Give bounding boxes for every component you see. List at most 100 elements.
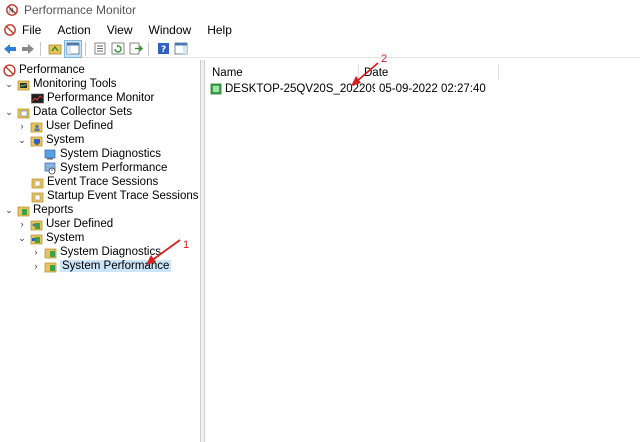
show-hide-console-tree-button[interactable] xyxy=(64,39,82,58)
title-bar: N Performance Monitor xyxy=(0,0,640,20)
up-one-level-button[interactable] xyxy=(47,41,63,57)
arrow-left-icon xyxy=(4,43,16,54)
svg-text:N: N xyxy=(9,8,14,15)
tree-label: System Diagnostics xyxy=(60,246,161,258)
chevron-right-icon[interactable]: › xyxy=(17,121,27,131)
refresh-icon xyxy=(111,42,125,55)
chevron-down-icon[interactable]: ⌄ xyxy=(17,233,27,243)
chevron-right-icon[interactable]: › xyxy=(17,219,27,229)
export-list-icon xyxy=(129,42,143,55)
tree-node-dcs-user-defined[interactable]: › User Defined xyxy=(17,119,114,133)
tree-node-reports[interactable]: ⌄ Reports xyxy=(4,203,73,217)
svg-text:?: ? xyxy=(161,45,166,55)
tree-label: Performance xyxy=(19,64,85,76)
menu-window[interactable]: Window xyxy=(141,23,200,37)
tree-node-reports-system-diagnostics[interactable]: › System Diagnostics xyxy=(31,245,161,259)
report-name: DESKTOP-25QV20S_20220905-0... xyxy=(225,83,375,95)
forward-button[interactable] xyxy=(20,41,36,57)
startup-event-trace-folder-icon xyxy=(31,192,44,202)
tree-label: Event Trace Sessions xyxy=(47,176,159,188)
menu-bar: File Action View Window Help xyxy=(0,20,640,40)
refresh-button[interactable] xyxy=(110,41,126,57)
folder-chart-icon xyxy=(17,80,30,90)
export-list-button[interactable] xyxy=(128,41,144,57)
chevron-right-icon[interactable]: › xyxy=(31,247,41,257)
chevron-down-icon[interactable]: ⌄ xyxy=(4,79,14,89)
tree-label: Data Collector Sets xyxy=(33,106,133,118)
user-report-folder-icon xyxy=(30,220,43,230)
tree-label: System Diagnostics xyxy=(60,148,161,160)
tree-node-performance-monitor[interactable]: Performance Monitor xyxy=(31,91,154,105)
system-diagnostics-icon xyxy=(44,149,56,159)
tree-label: System xyxy=(46,134,85,146)
tree-label: Startup Event Trace Sessions xyxy=(47,190,199,202)
toolbar-separator xyxy=(40,41,41,56)
chevron-down-icon[interactable]: ⌄ xyxy=(4,107,14,117)
properties-button[interactable] xyxy=(92,41,108,57)
tree-node-dcs-system-diagnostics[interactable]: System Diagnostics xyxy=(44,147,161,161)
tree-node-data-collector-sets[interactable]: ⌄ Data Collector Sets xyxy=(4,105,132,119)
help-icon: ? xyxy=(157,43,169,55)
system-performance-icon xyxy=(44,162,56,174)
tree-label: Reports xyxy=(33,204,74,216)
action-pane-icon xyxy=(174,42,188,55)
tree-label: System Performance xyxy=(60,162,168,174)
column-header-date[interactable]: Date xyxy=(364,64,388,82)
menu-file[interactable]: File xyxy=(16,23,49,37)
tree-label: User Defined xyxy=(46,218,114,230)
show-hide-action-pane-button[interactable] xyxy=(173,41,189,57)
console-tree: Performance ⌄ Monitoring Tools Performan… xyxy=(0,60,201,442)
help-button[interactable]: ? xyxy=(155,41,171,57)
tree-node-reports-system-performance[interactable]: › System Performance xyxy=(31,259,172,273)
column-divider[interactable] xyxy=(498,64,499,80)
event-trace-folder-icon xyxy=(31,178,44,188)
system-folder-icon xyxy=(30,136,43,146)
arrow-right-icon xyxy=(22,43,34,54)
tree-label: System Performance xyxy=(60,260,172,272)
report-file-icon xyxy=(210,83,222,95)
report-folder-icon xyxy=(44,262,57,272)
system-report-folder-icon xyxy=(30,234,43,244)
pane-splitter[interactable] xyxy=(201,60,205,442)
tree-node-reports-user-defined[interactable]: › User Defined xyxy=(17,217,114,231)
chevron-right-icon[interactable]: › xyxy=(31,261,41,271)
back-button[interactable] xyxy=(2,41,18,57)
column-header-name[interactable]: Name xyxy=(212,64,243,82)
tree-label: System xyxy=(46,232,85,244)
column-divider[interactable] xyxy=(358,64,359,80)
data-collector-sets-icon xyxy=(17,108,30,118)
annotation-number-1: 1 xyxy=(183,239,190,251)
performance-monitor-app-icon: N xyxy=(6,4,18,16)
window-title: Performance Monitor xyxy=(24,3,137,17)
toolbar-separator xyxy=(85,41,86,56)
list-item[interactable]: DESKTOP-25QV20S_20220905-0... 05-09-2022… xyxy=(210,82,486,96)
reports-folder-icon xyxy=(17,206,30,216)
tree-node-reports-system[interactable]: ⌄ System xyxy=(17,231,84,245)
results-pane: Name Date DESKTOP-25QV20S_20220905-0... … xyxy=(206,60,640,442)
console-tree-icon xyxy=(66,42,80,55)
performance-monitor-node-icon xyxy=(3,63,16,77)
system-menu-icon[interactable] xyxy=(4,24,16,36)
tree-node-dcs-system[interactable]: ⌄ System xyxy=(17,133,84,147)
tree-node-monitoring-tools[interactable]: ⌄ Monitoring Tools xyxy=(4,77,117,91)
tree-label: Monitoring Tools xyxy=(33,78,117,90)
chevron-down-icon[interactable]: ⌄ xyxy=(17,135,27,145)
menu-action[interactable]: Action xyxy=(49,23,98,37)
column-header-label: Name xyxy=(212,67,243,79)
report-date: 05-09-2022 02:27:40 xyxy=(379,83,486,95)
properties-icon xyxy=(94,42,106,55)
report-folder-icon xyxy=(44,248,57,258)
tree-label: User Defined xyxy=(46,120,114,132)
menu-help[interactable]: Help xyxy=(199,23,240,37)
performance-graph-icon xyxy=(31,93,44,103)
tree-node-performance[interactable]: Performance xyxy=(3,63,85,77)
tree-node-dcs-system-performance[interactable]: System Performance xyxy=(44,161,167,175)
toolbar: ? xyxy=(0,39,640,58)
tree-node-event-trace-sessions[interactable]: Event Trace Sessions xyxy=(31,175,158,189)
column-header-label: Date xyxy=(364,67,389,79)
menu-view[interactable]: View xyxy=(99,23,141,37)
tree-node-startup-event-trace-sessions[interactable]: Startup Event Trace Sessions xyxy=(31,189,199,203)
folder-up-icon xyxy=(48,44,62,55)
toolbar-separator xyxy=(148,41,149,56)
chevron-down-icon[interactable]: ⌄ xyxy=(4,205,14,215)
